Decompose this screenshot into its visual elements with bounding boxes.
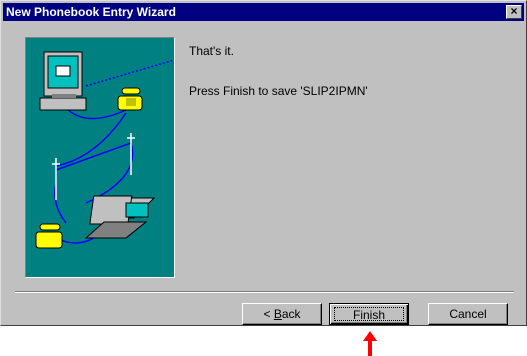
finish-button[interactable]: Finish: [329, 303, 409, 325]
close-icon: ×: [510, 4, 518, 18]
laptop-icon: [84, 195, 156, 239]
back-label-rest: ack: [281, 307, 301, 321]
phone-line-icon: [85, 59, 175, 87]
red-arrow-icon: [363, 331, 377, 356]
window-title: New Phonebook Entry Wizard: [6, 5, 176, 19]
computer-icon: [39, 51, 87, 111]
back-button[interactable]: < Back: [242, 303, 322, 325]
title-bar[interactable]: New Phonebook Entry Wizard ×: [3, 3, 524, 21]
separator: [15, 291, 514, 293]
back-prefix: <: [263, 307, 274, 321]
finish-label: Finish: [334, 307, 404, 322]
save-instruction: Press Finish to save 'SLIP2IPMN': [189, 84, 368, 98]
back-accelerator: B: [273, 307, 282, 321]
wizard-illustration: [25, 37, 175, 278]
telephone-icon: [35, 223, 63, 249]
telephone-icon: [117, 87, 143, 111]
wizard-window: New Phonebook Entry Wizard × That's it. …: [0, 0, 527, 326]
done-message: That's it.: [189, 44, 234, 58]
close-button[interactable]: ×: [506, 5, 522, 19]
network-illustration: [35, 51, 175, 249]
cancel-button[interactable]: Cancel: [428, 303, 508, 325]
